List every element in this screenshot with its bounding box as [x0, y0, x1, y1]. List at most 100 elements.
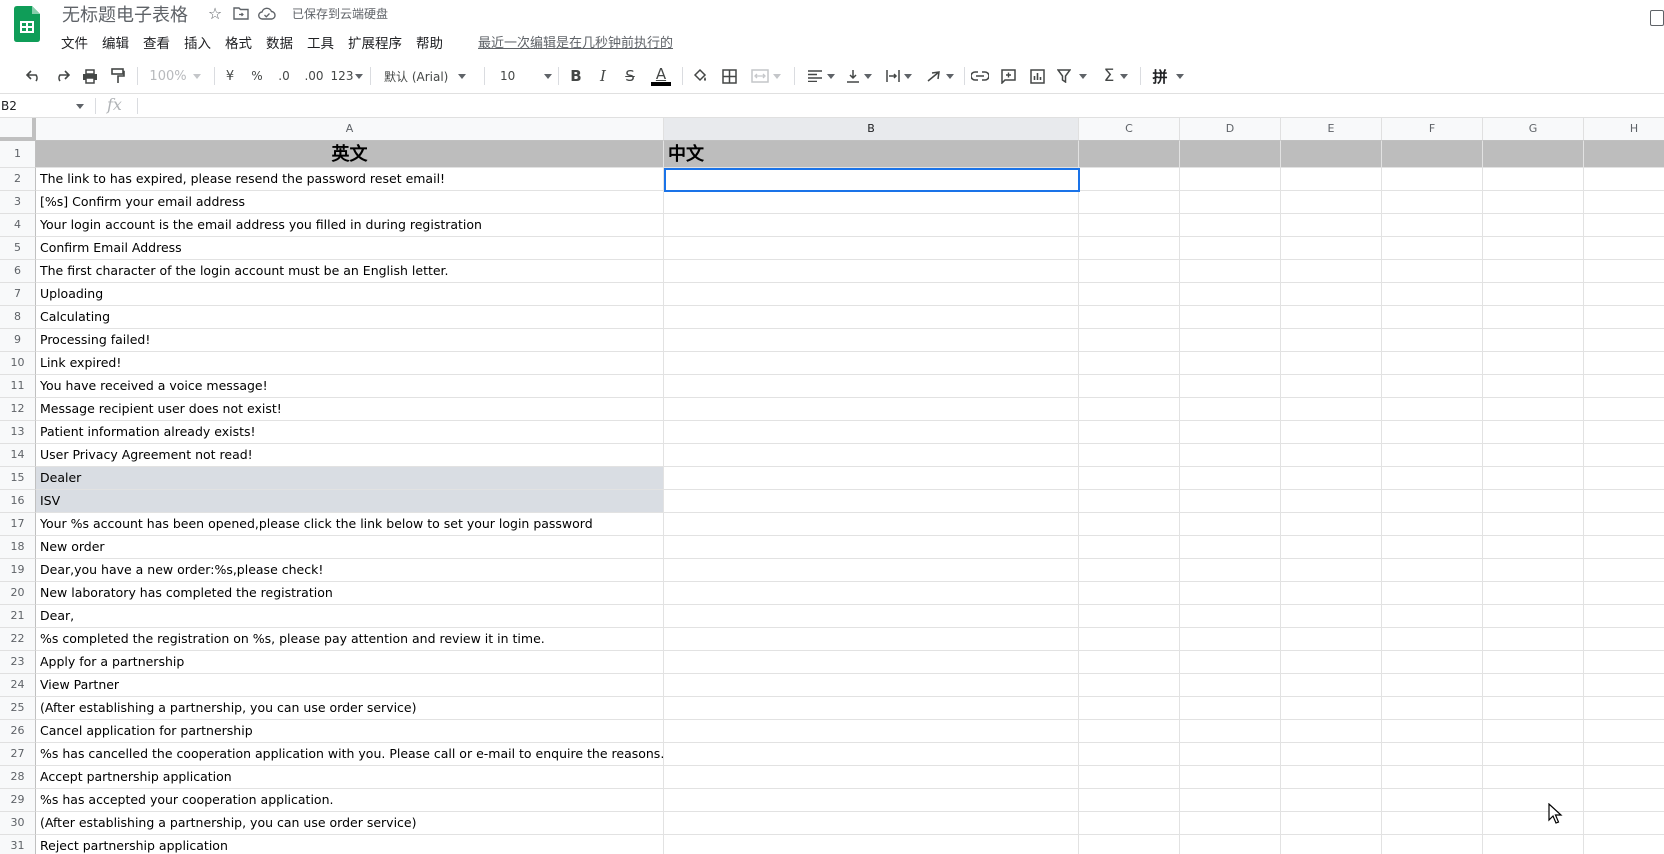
- cell-empty[interactable]: [1180, 789, 1281, 812]
- menu-insert[interactable]: 插入: [177, 30, 218, 52]
- italic-button[interactable]: I: [595, 65, 611, 87]
- cell-empty[interactable]: [1281, 444, 1382, 467]
- cell-empty[interactable]: [1584, 467, 1664, 490]
- row-header[interactable]: 6: [0, 260, 36, 283]
- cell-empty[interactable]: [1180, 283, 1281, 306]
- cell-b[interactable]: [664, 513, 1079, 536]
- cell-empty[interactable]: [1079, 421, 1180, 444]
- vertical-align-icon[interactable]: [842, 65, 876, 87]
- cell-empty[interactable]: [1281, 536, 1382, 559]
- cell-empty[interactable]: [1180, 306, 1281, 329]
- cell-a[interactable]: Link expired!: [36, 352, 664, 375]
- cell-b[interactable]: [664, 490, 1079, 513]
- cell-empty[interactable]: [1382, 651, 1483, 674]
- cell-a[interactable]: Your %s account has been opened,please c…: [36, 513, 664, 536]
- cell-empty[interactable]: [1079, 582, 1180, 605]
- row-header[interactable]: 21: [0, 605, 36, 628]
- row-header[interactable]: 31: [0, 835, 36, 854]
- cell-empty[interactable]: [1483, 141, 1584, 168]
- paint-format-icon[interactable]: [108, 65, 128, 87]
- text-color-button[interactable]: A: [650, 65, 672, 87]
- cell-empty[interactable]: [1079, 237, 1180, 260]
- cell-empty[interactable]: [1382, 467, 1483, 490]
- cell-b[interactable]: [664, 306, 1079, 329]
- cell-a[interactable]: New laboratory has completed the registr…: [36, 582, 664, 605]
- cell-empty[interactable]: [1079, 651, 1180, 674]
- cell-b[interactable]: [664, 375, 1079, 398]
- menu-format[interactable]: 格式: [218, 30, 259, 52]
- cell-empty[interactable]: [1281, 398, 1382, 421]
- cell-empty[interactable]: [1281, 329, 1382, 352]
- menu-help[interactable]: 帮助: [409, 30, 450, 52]
- cell-a[interactable]: Message recipient user does not exist!: [36, 398, 664, 421]
- cell-empty[interactable]: [1180, 421, 1281, 444]
- cell-empty[interactable]: [1483, 329, 1584, 352]
- row-header[interactable]: 25: [0, 697, 36, 720]
- cell-empty[interactable]: [1180, 582, 1281, 605]
- cell-empty[interactable]: [1382, 766, 1483, 789]
- cell-a[interactable]: %s has cancelled the cooperation applica…: [36, 743, 664, 766]
- cell-a[interactable]: Calculating: [36, 306, 664, 329]
- cell-empty[interactable]: [1382, 559, 1483, 582]
- cell-b[interactable]: [664, 835, 1079, 854]
- cell-empty[interactable]: [1382, 789, 1483, 812]
- cell-empty[interactable]: [1180, 141, 1281, 168]
- row-header[interactable]: 16: [0, 490, 36, 513]
- cell-empty[interactable]: [1483, 375, 1584, 398]
- row-header[interactable]: 7: [0, 283, 36, 306]
- cell-empty[interactable]: [1079, 628, 1180, 651]
- cell-empty[interactable]: [1281, 306, 1382, 329]
- cell-empty[interactable]: [1584, 352, 1664, 375]
- column-header-g[interactable]: G: [1483, 118, 1584, 141]
- cell-b[interactable]: [664, 559, 1079, 582]
- cell-empty[interactable]: [1079, 214, 1180, 237]
- cell-empty[interactable]: [1483, 766, 1584, 789]
- text-rotation-icon[interactable]: [922, 65, 958, 87]
- cell-b[interactable]: [664, 605, 1079, 628]
- row-header[interactable]: 17: [0, 513, 36, 536]
- cell-empty[interactable]: [1483, 789, 1584, 812]
- cell-empty[interactable]: [1281, 697, 1382, 720]
- cell-empty[interactable]: [1382, 352, 1483, 375]
- cell-empty[interactable]: [1382, 628, 1483, 651]
- insert-comment-icon[interactable]: [998, 65, 1018, 87]
- cell-empty[interactable]: [1180, 651, 1281, 674]
- cell-empty[interactable]: [1483, 582, 1584, 605]
- cell-empty[interactable]: [1584, 743, 1664, 766]
- cell-empty[interactable]: [1483, 283, 1584, 306]
- cell-empty[interactable]: [1483, 697, 1584, 720]
- cell-empty[interactable]: [1079, 513, 1180, 536]
- cell-empty[interactable]: [1382, 191, 1483, 214]
- cell-empty[interactable]: [1079, 766, 1180, 789]
- cell-empty[interactable]: [1584, 582, 1664, 605]
- cell-empty[interactable]: [1382, 743, 1483, 766]
- cell-empty[interactable]: [1584, 536, 1664, 559]
- cell-empty[interactable]: [1483, 605, 1584, 628]
- row-header[interactable]: 29: [0, 789, 36, 812]
- cell-a[interactable]: Dear,: [36, 605, 664, 628]
- cell-empty[interactable]: [1180, 674, 1281, 697]
- cell-empty[interactable]: [1281, 141, 1382, 168]
- column-header-a[interactable]: A: [36, 118, 664, 141]
- cell-empty[interactable]: [1180, 697, 1281, 720]
- cell-empty[interactable]: [1079, 835, 1180, 854]
- cell-a[interactable]: Dear,you have a new order:%s,please chec…: [36, 559, 664, 582]
- cell-empty[interactable]: [1281, 743, 1382, 766]
- cell-empty[interactable]: [1382, 835, 1483, 854]
- cell-empty[interactable]: [1483, 237, 1584, 260]
- cell-empty[interactable]: [1483, 352, 1584, 375]
- cell-empty[interactable]: [1584, 329, 1664, 352]
- cell-empty[interactable]: [1584, 628, 1664, 651]
- cell-empty[interactable]: [1382, 306, 1483, 329]
- cell-b[interactable]: [664, 720, 1079, 743]
- cell-empty[interactable]: [1483, 513, 1584, 536]
- cell-empty[interactable]: [1281, 168, 1382, 191]
- strikethrough-button[interactable]: S: [622, 65, 638, 87]
- cell-empty[interactable]: [1382, 214, 1483, 237]
- cell-empty[interactable]: [1584, 559, 1664, 582]
- cell-empty[interactable]: [1180, 398, 1281, 421]
- cell-empty[interactable]: [1382, 674, 1483, 697]
- cell-empty[interactable]: [1382, 421, 1483, 444]
- menu-file[interactable]: 文件: [54, 30, 95, 52]
- cell-empty[interactable]: [1584, 674, 1664, 697]
